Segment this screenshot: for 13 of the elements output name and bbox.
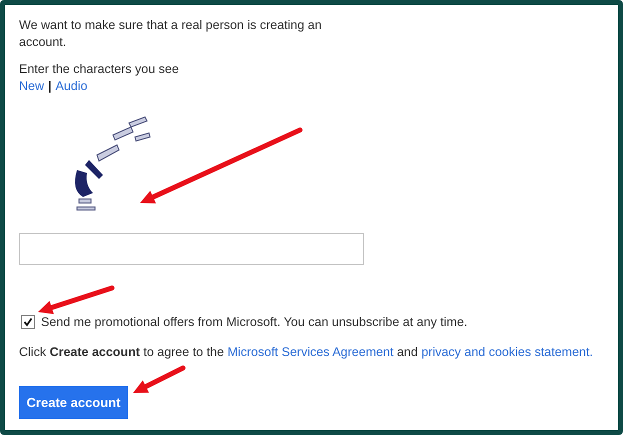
captcha-link[interactable]: Audio xyxy=(56,78,88,95)
agreement-link[interactable]: Microsoft Services Agreement xyxy=(227,345,394,359)
create-account-button[interactable]: Create account xyxy=(19,386,128,419)
arrow-annotation xyxy=(133,366,186,393)
separator: | xyxy=(48,78,52,95)
answer-field[interactable] xyxy=(19,233,364,265)
checkbox-label: Send me promotional offers from Microsoft. You can unsubscribe at any time. xyxy=(41,315,468,329)
captcha-link[interactable]: New xyxy=(19,78,44,95)
agreement-link[interactable]: privacy and cookies statement. xyxy=(421,345,593,359)
agreement-text: Click Create account to agree to the Microsoft Services Agreement and privacy and cookies statement. xyxy=(19,344,593,361)
instruction-text: Enter the characters you see xyxy=(19,61,180,78)
checkbox[interactable] xyxy=(21,315,35,329)
intro-text: We want to make sure that a real person is creating an account. xyxy=(19,17,323,51)
